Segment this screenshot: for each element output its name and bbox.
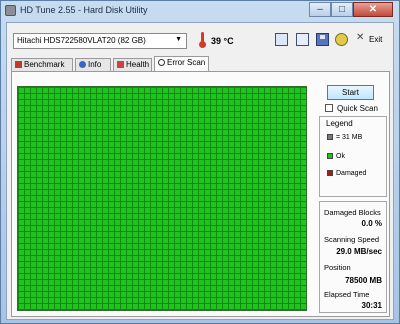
- stats-box: Damaged Blocks 0.0 % Scanning Speed 29.0…: [319, 201, 387, 313]
- legend-row-block-size: = 31 MB: [327, 134, 362, 141]
- toolbar: Hitachi HDS722580VLAT20 (82 GB) ▼ 39 °C …: [7, 23, 393, 55]
- legend-ok-label: Ok: [336, 153, 345, 160]
- info-icon: [79, 61, 86, 68]
- tab-error-scan-label: Error Scan: [167, 58, 206, 67]
- quick-scan-checkbox[interactable]: [325, 104, 333, 112]
- tab-strip: Benchmark Info Health Error Scan: [11, 56, 391, 73]
- tab-info-label: Info: [88, 60, 102, 69]
- legend-title: Legend: [326, 119, 353, 128]
- tab-info[interactable]: Info: [75, 58, 111, 72]
- quick-scan-label[interactable]: Quick Scan: [337, 104, 378, 113]
- scanning-speed-value: 29.0 MB/sec: [336, 247, 382, 256]
- block-swatch-icon: [327, 134, 333, 140]
- error-scan-icon: [158, 59, 165, 66]
- tab-benchmark[interactable]: Benchmark: [11, 58, 73, 72]
- tab-benchmark-label: Benchmark: [24, 60, 65, 69]
- drive-select-value: Hitachi HDS722580VLAT20 (82 GB): [17, 36, 146, 45]
- temperature-readout: 39 °C: [211, 36, 234, 46]
- app-icon: [5, 5, 16, 16]
- thermometer-icon: [198, 32, 206, 48]
- position-label: Position: [324, 263, 351, 272]
- tab-health-label: Health: [126, 60, 150, 69]
- start-button[interactable]: Start: [327, 85, 374, 100]
- drive-select[interactable]: Hitachi HDS722580VLAT20 (82 GB) ▼: [13, 33, 187, 49]
- client-area: Hitachi HDS722580VLAT20 (82 GB) ▼ 39 °C …: [6, 22, 394, 320]
- copy-text-icon[interactable]: [275, 33, 288, 46]
- scanning-speed-label: Scanning Speed: [324, 235, 380, 244]
- legend-box: Legend = 31 MB Ok Damaged: [319, 116, 387, 197]
- damaged-blocks-label: Damaged Blocks: [324, 208, 381, 217]
- window-title: HD Tune 2.55 - Hard Disk Utility: [20, 5, 148, 15]
- title-bar[interactable]: HD Tune 2.55 - Hard Disk Utility – □ ✕: [1, 1, 399, 21]
- copy-screenshot-icon[interactable]: [296, 33, 309, 46]
- maximize-button[interactable]: □: [331, 2, 353, 17]
- window-controls: – □ ✕: [309, 2, 393, 18]
- damaged-blocks-value: 0.0 %: [361, 219, 382, 228]
- ok-swatch-icon: [327, 153, 333, 159]
- elapsed-time-label: Elapsed Time: [324, 290, 370, 299]
- benchmark-icon: [15, 61, 22, 68]
- tab-health[interactable]: Health: [113, 58, 152, 72]
- damaged-swatch-icon: [327, 170, 333, 176]
- error-scan-panel: Start Quick Scan Legend = 31 MB Ok Damag…: [11, 71, 390, 317]
- elapsed-time-value: 30:31: [361, 301, 382, 310]
- legend-damaged-label: Damaged: [336, 170, 367, 177]
- minimize-button[interactable]: –: [309, 2, 331, 17]
- legend-row-damaged: Damaged: [327, 170, 366, 177]
- legend-row-ok: Ok: [327, 153, 345, 160]
- exit-button-label[interactable]: Exit: [369, 35, 382, 44]
- options-icon[interactable]: [335, 33, 348, 46]
- close-button[interactable]: ✕: [353, 2, 393, 17]
- scan-block-grid: [17, 86, 307, 311]
- chevron-down-icon: ▼: [175, 36, 182, 43]
- exit-icon[interactable]: ✕: [356, 32, 364, 43]
- app-window: HD Tune 2.55 - Hard Disk Utility – □ ✕ H…: [0, 0, 400, 324]
- save-icon[interactable]: [316, 33, 329, 46]
- health-icon: [117, 61, 124, 68]
- legend-block-size: = 31 MB: [336, 134, 363, 141]
- position-value: 78500 MB: [345, 276, 382, 285]
